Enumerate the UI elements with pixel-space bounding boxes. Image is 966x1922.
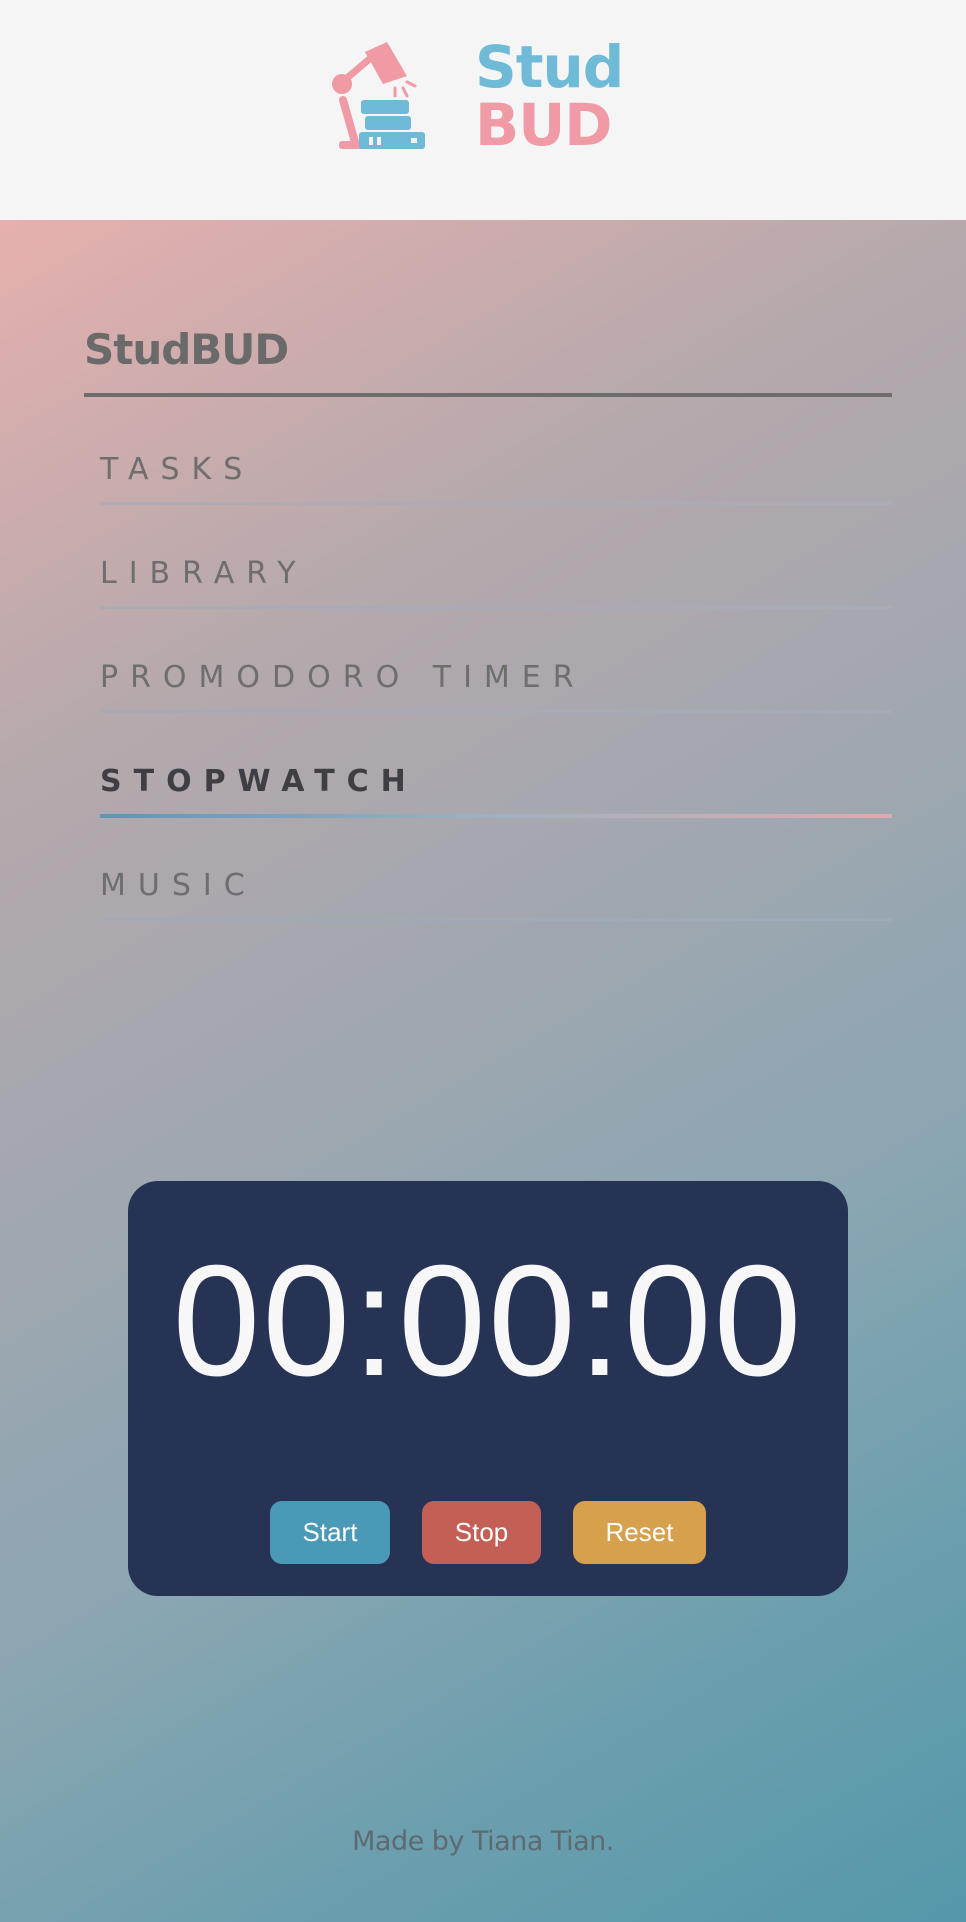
- nav-item-tasks[interactable]: TASKS: [100, 452, 892, 512]
- nav-item-underline-active: [100, 814, 892, 818]
- logo-wordmark: Stud BUD: [475, 33, 624, 159]
- nav-item-underline: [100, 606, 892, 609]
- nav-item-label: MUSIC: [100, 868, 257, 903]
- nav-item-label: PROMODORO TIMER: [100, 660, 586, 695]
- nav-item-music[interactable]: MUSIC: [100, 868, 892, 928]
- nav-item-underline: [100, 502, 892, 505]
- logo-text-stud: Stud: [475, 33, 624, 101]
- site-header: Stud BUD: [0, 0, 966, 220]
- start-button[interactable]: Start: [270, 1501, 390, 1564]
- nav-item-stopwatch[interactable]: STOPWATCH: [100, 764, 892, 824]
- logo-text-bud: BUD: [475, 91, 612, 159]
- reset-button[interactable]: Reset: [573, 1501, 706, 1564]
- stopwatch-display: 00:00:00: [172, 1233, 804, 1409]
- nav-item-underline: [100, 710, 892, 713]
- stop-button[interactable]: Stop: [422, 1501, 541, 1564]
- nav-title: StudBUD: [84, 325, 289, 374]
- desk-lamp-books-icon: [332, 42, 425, 149]
- nav-item-promodoro-timer[interactable]: PROMODORO TIMER: [100, 660, 892, 720]
- nav-item-label: LIBRARY: [100, 556, 308, 591]
- nav-title-divider: [84, 393, 892, 397]
- stopwatch-card: 00:00:00 Start Stop Reset: [128, 1181, 848, 1596]
- studbud-logo[interactable]: Stud BUD: [325, 38, 645, 163]
- nav-item-library[interactable]: LIBRARY: [100, 556, 892, 616]
- footer-credit: Made by Tiana Tian.: [352, 1826, 614, 1857]
- nav-item-underline: [100, 918, 892, 921]
- nav-item-label: STOPWATCH: [100, 764, 418, 799]
- nav-item-label: TASKS: [100, 452, 255, 487]
